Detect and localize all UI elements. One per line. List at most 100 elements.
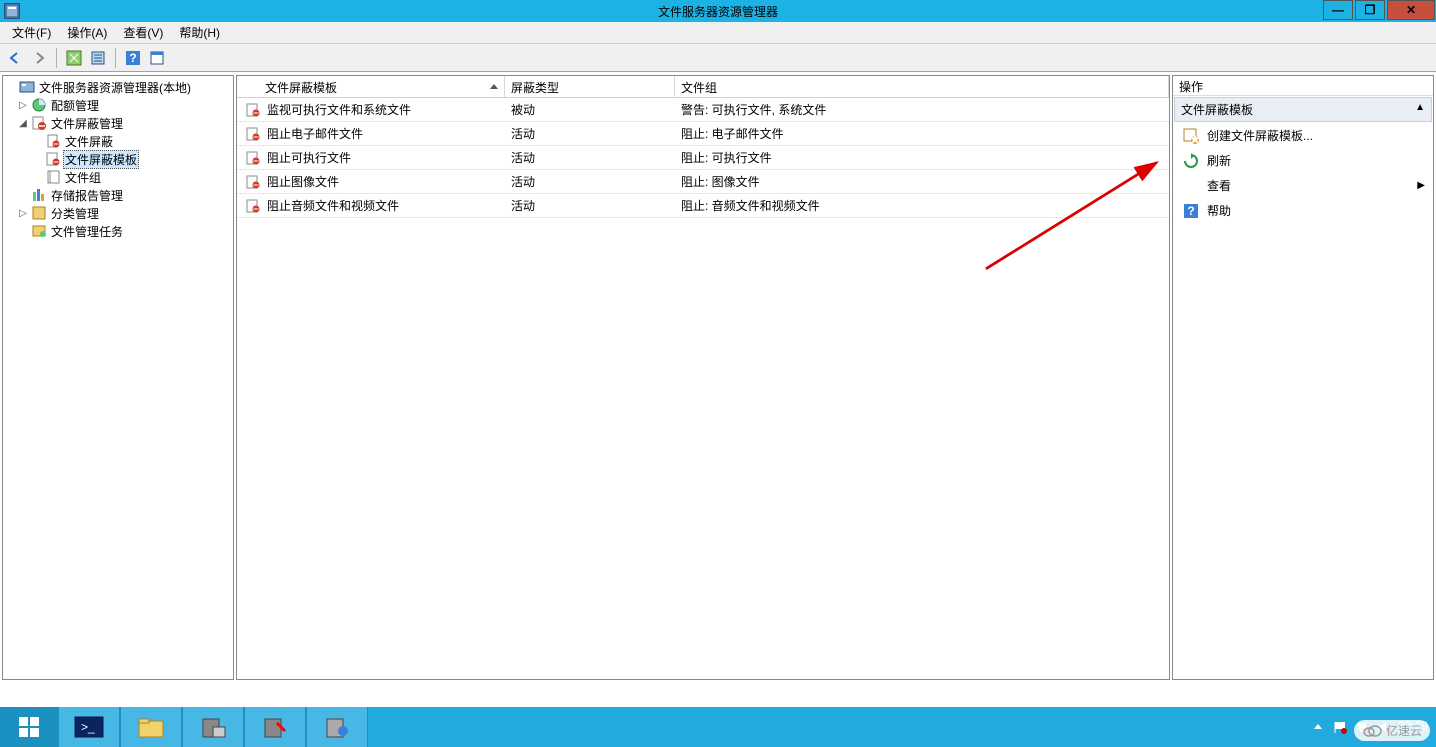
tree-label: 配额管理 — [49, 97, 101, 114]
tray-up-icon[interactable] — [1310, 719, 1326, 735]
template-icon — [245, 126, 261, 142]
blank-icon — [1183, 178, 1199, 194]
svg-text:?: ? — [129, 51, 136, 65]
create-template-icon: ★ — [1183, 128, 1199, 144]
classification-icon — [31, 205, 47, 221]
menu-file[interactable]: 文件(F) — [4, 22, 59, 43]
action-create-template[interactable]: ★ 创建文件屏蔽模板... — [1173, 123, 1433, 148]
column-header-group[interactable]: 文件组 — [675, 76, 1169, 97]
cell-group: 阻止: 可执行文件 — [675, 149, 1169, 166]
actions-group-title-text: 文件屏蔽模板 — [1181, 103, 1253, 117]
app-icon — [4, 3, 20, 19]
help-button[interactable]: ? — [122, 47, 144, 69]
cell-template: 阻止音频文件和视频文件 — [267, 197, 399, 214]
expander-icon[interactable]: ▷ — [17, 100, 29, 111]
cell-template: 监视可执行文件和系统文件 — [267, 101, 411, 118]
collapse-icon: ▲ — [1415, 102, 1425, 113]
tree-quota[interactable]: ▷ 配额管理 — [3, 96, 233, 114]
menubar: 文件(F) 操作(A) 查看(V) 帮助(H) — [0, 22, 1436, 44]
maximize-button[interactable]: ❐ — [1355, 0, 1385, 20]
tasks-icon — [31, 223, 47, 239]
cell-type: 活动 — [505, 173, 675, 190]
template-icon — [45, 151, 61, 167]
tree-label: 存储报告管理 — [49, 187, 125, 204]
list-header: 文件屏蔽模板 屏蔽类型 文件组 — [237, 76, 1169, 98]
taskbar: >_ 22:29 — [0, 707, 1436, 747]
toolbar-separator — [115, 48, 116, 68]
tree-label: 分类管理 — [49, 205, 101, 222]
tree-root[interactable]: 文件服务器资源管理器(本地) — [3, 78, 233, 96]
table-row[interactable]: 阻止图像文件活动阻止: 图像文件 — [237, 170, 1169, 194]
maximize-glyph: ❐ — [1365, 3, 1376, 17]
nav-forward-button[interactable] — [28, 47, 50, 69]
properties-button[interactable] — [146, 47, 168, 69]
action-help[interactable]: ? 帮助 — [1173, 198, 1433, 223]
taskbar-app-server-manager[interactable] — [182, 707, 244, 747]
table-row[interactable]: 监视可执行文件和系统文件被动警告: 可执行文件, 系统文件 — [237, 98, 1169, 122]
tree: 文件服务器资源管理器(本地) ▷ 配额管理 ◢ 文件屏蔽管理 — [3, 76, 233, 242]
menu-action[interactable]: 操作(A) — [59, 22, 115, 43]
table-row[interactable]: 阻止音频文件和视频文件活动阻止: 音频文件和视频文件 — [237, 194, 1169, 218]
taskbar-app-fsrm[interactable] — [306, 707, 368, 747]
quota-icon — [31, 97, 47, 113]
action-view[interactable]: 查看 ▶ — [1173, 173, 1433, 198]
export-list-button[interactable] — [87, 47, 109, 69]
close-glyph: ✕ — [1406, 3, 1416, 17]
tree-label: 文件屏蔽 — [63, 133, 115, 150]
tree-file-screen[interactable]: 文件屏蔽 — [3, 132, 233, 150]
watermark: 亿速云 — [1354, 720, 1430, 741]
actions-pane-title: 操作 — [1173, 76, 1433, 96]
tree-label: 文件管理任务 — [49, 223, 125, 240]
action-refresh[interactable]: 刷新 — [1173, 148, 1433, 173]
action-label: 刷新 — [1207, 152, 1231, 169]
template-icon — [245, 150, 261, 166]
svg-text:>_: >_ — [81, 720, 95, 734]
window-title: 文件服务器资源管理器 — [658, 3, 778, 20]
server-icon — [19, 79, 35, 95]
list-body: 监视可执行文件和系统文件被动警告: 可执行文件, 系统文件阻止电子邮件文件活动阻… — [237, 98, 1169, 679]
tray-flag-icon[interactable] — [1332, 719, 1348, 735]
tree-storage-reports[interactable]: 存储报告管理 — [3, 186, 233, 204]
window-controls: — ❐ ✕ — [1322, 0, 1436, 22]
actions-group-header[interactable]: 文件屏蔽模板 ▲ — [1174, 97, 1432, 122]
table-row[interactable]: 阻止可执行文件活动阻止: 可执行文件 — [237, 146, 1169, 170]
tree-file-management-tasks[interactable]: 文件管理任务 — [3, 222, 233, 240]
action-label: 创建文件屏蔽模板... — [1207, 127, 1313, 144]
tree-file-groups[interactable]: 文件组 — [3, 168, 233, 186]
menu-help[interactable]: 帮助(H) — [171, 22, 228, 43]
tree-file-screen-templates[interactable]: 文件屏蔽模板 — [3, 150, 233, 168]
watermark-text: 亿速云 — [1386, 722, 1422, 739]
start-button[interactable] — [0, 707, 58, 747]
minimize-button[interactable]: — — [1323, 0, 1353, 20]
taskbar-app-explorer[interactable] — [120, 707, 182, 747]
menu-view[interactable]: 查看(V) — [115, 22, 171, 43]
file-group-icon — [45, 169, 61, 185]
toolbar: ? — [0, 44, 1436, 72]
taskbar-app-tools[interactable] — [244, 707, 306, 747]
svg-text:?: ? — [1187, 204, 1194, 218]
expander-icon[interactable]: ▷ — [17, 208, 29, 219]
expander-icon[interactable]: ◢ — [17, 118, 29, 129]
column-header-template[interactable]: 文件屏蔽模板 — [237, 76, 505, 97]
table-row[interactable]: 阻止电子邮件文件活动阻止: 电子邮件文件 — [237, 122, 1169, 146]
titlebar: 文件服务器资源管理器 — ❐ ✕ — [0, 0, 1436, 22]
cell-group: 阻止: 音频文件和视频文件 — [675, 197, 1169, 214]
template-icon — [245, 174, 261, 190]
minimize-glyph: — — [1332, 3, 1344, 17]
actions-pane: 操作 文件屏蔽模板 ▲ ★ 创建文件屏蔽模板... 刷新 查看 ▶ ? 帮助 — [1172, 75, 1434, 680]
close-button[interactable]: ✕ — [1387, 0, 1435, 20]
action-label: 帮助 — [1207, 202, 1231, 219]
cell-group: 阻止: 电子邮件文件 — [675, 125, 1169, 142]
tree-file-screening[interactable]: ◢ 文件屏蔽管理 — [3, 114, 233, 132]
tree-label: 文件服务器资源管理器(本地) — [37, 79, 193, 96]
cell-group: 阻止: 图像文件 — [675, 173, 1169, 190]
tree-pane: 文件服务器资源管理器(本地) ▷ 配额管理 ◢ 文件屏蔽管理 — [2, 75, 234, 680]
nav-back-button[interactable] — [4, 47, 26, 69]
cell-type: 活动 — [505, 125, 675, 142]
show-hide-tree-button[interactable] — [63, 47, 85, 69]
action-label: 查看 — [1207, 177, 1231, 194]
tree-label: 文件屏蔽模板 — [63, 150, 139, 169]
taskbar-app-powershell[interactable]: >_ — [58, 707, 120, 747]
tree-classification[interactable]: ▷ 分类管理 — [3, 204, 233, 222]
column-header-type[interactable]: 屏蔽类型 — [505, 76, 675, 97]
